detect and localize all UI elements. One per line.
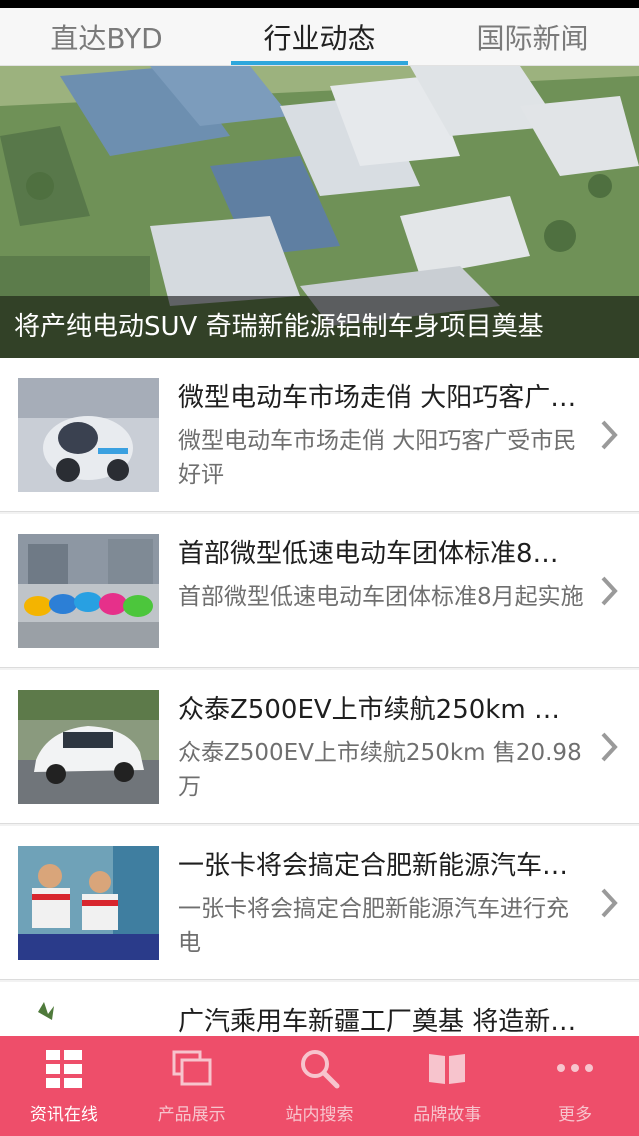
news-description: 众泰Z500EV上市续航250km 售20.98万: [178, 740, 582, 800]
tab-industry-news[interactable]: 行业动态: [213, 8, 426, 65]
chevron-right-icon: [601, 576, 618, 606]
nav-news-online[interactable]: 资讯在线: [0, 1036, 128, 1136]
more-dots-icon: [557, 1064, 594, 1072]
technicians-thumbnail: [18, 846, 159, 960]
news-title: 一张卡将会搞定合肥新能源汽车进行充电: [178, 851, 578, 881]
list-item[interactable]: 一张卡将会搞定合肥新能源汽车进行充电 一张卡将会搞定合肥新能源汽车进行充电: [0, 826, 639, 980]
news-description: 一张卡将会搞定合肥新能源汽车进行充电: [178, 896, 569, 956]
news-title: 广汽乘用车新疆工厂奠基 将造新能源车: [178, 1007, 578, 1036]
nav-brand-story[interactable]: 品牌故事: [383, 1036, 511, 1136]
nav-label: 资讯在线: [29, 1105, 98, 1125]
search-icon: [301, 1050, 340, 1089]
book-icon: [429, 1054, 466, 1084]
nav-label: 站内搜索: [285, 1105, 354, 1125]
electric-microcar-thumbnail: [18, 378, 159, 492]
news-title: 众泰Z500EV上市续航250km 售20.98万: [178, 695, 578, 725]
top-tab-bar: 直达BYD 行业动态 国际新闻: [0, 8, 639, 66]
news-title: 首部微型低速电动车团体标准8月起实施: [178, 539, 578, 569]
news-list: 微型电动车市场走俏 大阳巧客广受市民好评 微型电动车市场走俏 大阳巧客广受市民好…: [0, 358, 639, 1036]
list-item[interactable]: 广汽乘用车新疆工厂奠基 将造新能源车: [0, 982, 639, 1036]
plant-thumbnail: [18, 1002, 159, 1036]
chevron-right-icon: [601, 732, 618, 762]
news-title: 微型电动车市场走俏 大阳巧客广受市民好评: [178, 383, 578, 413]
news-list-icon: [45, 1050, 82, 1088]
nav-label: 品牌故事: [413, 1105, 482, 1125]
chevron-right-icon: [601, 888, 618, 918]
news-description: 微型电动车市场走俏 大阳巧客广受市民好评: [178, 428, 577, 488]
hero-banner[interactable]: 将产纯电动SUV 奇瑞新能源铝制车身项目奠基: [0, 66, 639, 358]
list-item[interactable]: 微型电动车市场走俏 大阳巧客广受市民好评 微型电动车市场走俏 大阳巧客广受市民好…: [0, 358, 639, 512]
colorful-cars-thumbnail: [18, 534, 159, 648]
list-item[interactable]: 首部微型低速电动车团体标准8月起实施 首部微型低速电动车团体标准8月起实施: [0, 514, 639, 668]
news-description: 首部微型低速电动车团体标准8月起实施: [178, 584, 584, 610]
list-item[interactable]: 众泰Z500EV上市续航250km 售20.98万 众泰Z500EV上市续航25…: [0, 670, 639, 824]
nav-search[interactable]: 站内搜索: [256, 1036, 384, 1136]
white-sedan-thumbnail: [18, 690, 159, 804]
chevron-right-icon: [601, 420, 618, 450]
nav-more[interactable]: 更多: [511, 1036, 639, 1136]
nav-products[interactable]: 产品展示: [128, 1036, 256, 1136]
tab-international-news[interactable]: 国际新闻: [426, 8, 639, 65]
status-bar: [0, 0, 639, 8]
nav-label: 产品展示: [157, 1105, 226, 1125]
bottom-navigation: 资讯在线 产品展示 站内搜索 品牌故事 更多: [0, 1036, 639, 1136]
tab-direct-byd[interactable]: 直达BYD: [0, 8, 213, 65]
hero-caption: 将产纯电动SUV 奇瑞新能源铝制车身项目奠基: [0, 296, 639, 358]
nav-label: 更多: [558, 1105, 593, 1125]
windows-icon: [172, 1050, 212, 1086]
